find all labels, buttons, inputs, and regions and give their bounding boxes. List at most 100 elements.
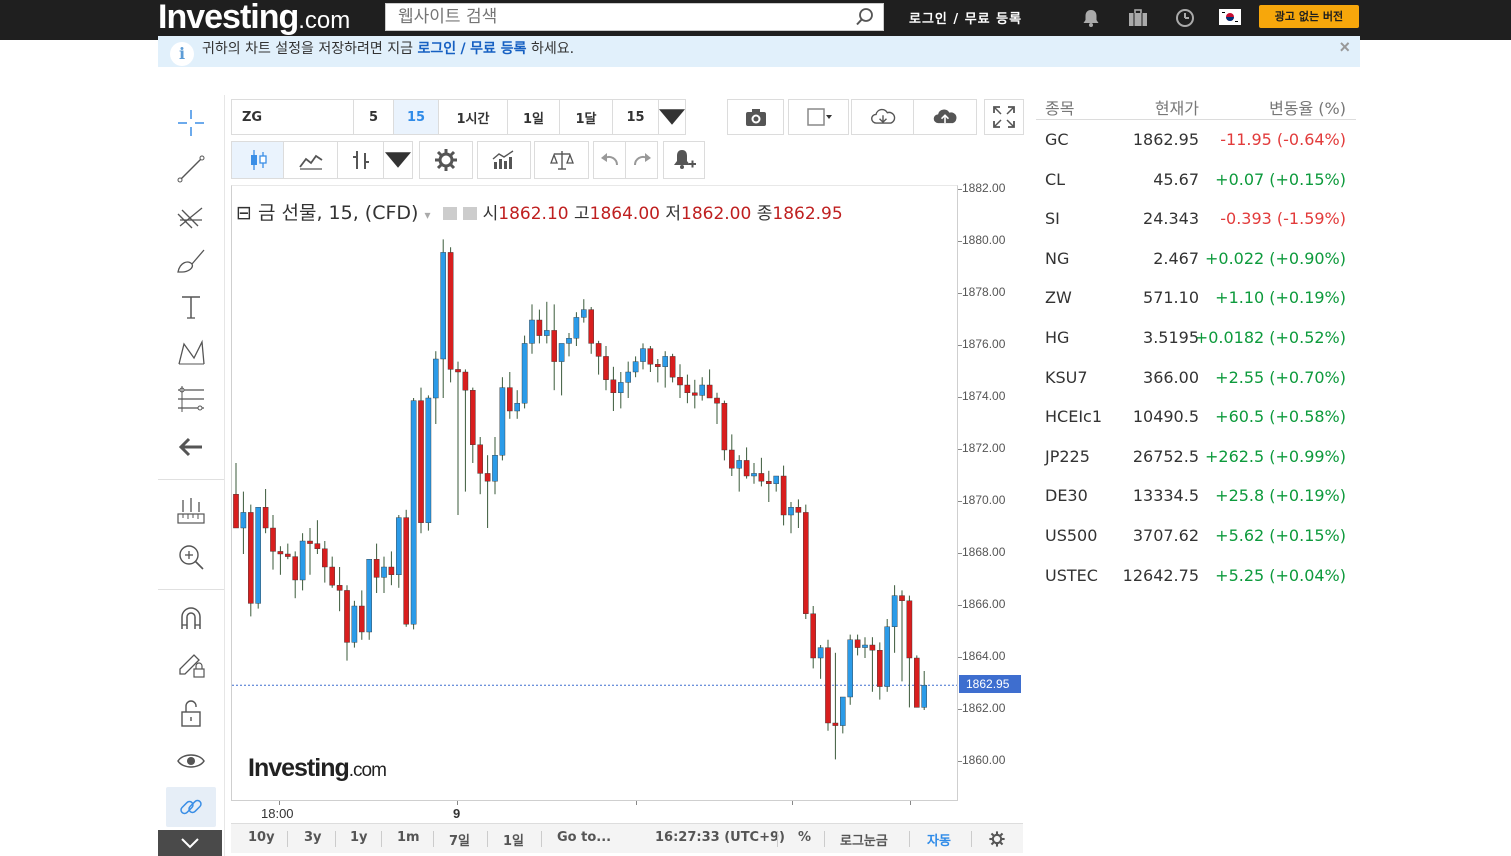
fullscreen-button[interactable] [984,99,1024,135]
compare-button[interactable] [534,141,589,179]
alert-button[interactable] [663,141,705,179]
unlock-tool[interactable] [166,693,216,733]
indicator-compare-button[interactable] [337,141,384,179]
fib-tool[interactable] [166,379,216,419]
save-chart-button[interactable] [913,99,977,135]
interval-15[interactable]: 15 [393,99,439,135]
quote-row[interactable]: GC 1862.95 -11.95 (-0.64%) [1036,120,1356,160]
measure-tool[interactable] [166,491,216,531]
candle [336,567,343,612]
quote-symbol[interactable]: ZW [1045,288,1072,307]
candle [610,366,617,411]
goto-button[interactable]: Go to... [557,830,611,845]
search-input[interactable] [386,4,846,30]
quote-symbol[interactable]: KSU7 [1045,368,1088,387]
back-arrow-tool[interactable] [166,427,216,467]
interval-dropdown[interactable] [658,99,686,135]
quote-symbol[interactable]: CL [1045,170,1065,189]
login-link[interactable]: 로그인 [909,12,948,27]
magnet-tool[interactable] [166,598,216,638]
settings-button[interactable] [419,141,473,179]
search-icon[interactable] [855,7,875,27]
range-3y[interactable]: 3y [304,830,322,845]
time-axis[interactable]: 18:00 9 [231,801,958,823]
interval-5[interactable]: 5 [353,99,394,135]
log-scale-toggle[interactable]: 로그눈금 [840,830,888,849]
candle-chart-button[interactable] [231,141,284,179]
notice-login-link[interactable]: 로그인 [417,41,456,57]
korea-flag-icon[interactable] [1219,9,1241,25]
candle-body [484,473,491,482]
price-chart-plot[interactable]: ⊟ 금 선물, 15, (CFD) ▾ 시1862.10 고1864.00 저1… [231,185,958,801]
chart-type-dropdown[interactable] [383,141,413,179]
auto-scale-toggle[interactable]: 자동 [927,830,951,849]
quote-symbol[interactable]: SI [1045,209,1060,228]
quote-symbol[interactable]: HG [1045,328,1069,347]
quote-symbol[interactable]: USTEC [1045,566,1098,585]
quote-row[interactable]: KSU7 366.00 +2.55 (+0.70%) [1036,358,1356,398]
candle-body [803,512,809,614]
ad-free-version-button[interactable]: 광고 없는 버전 [1259,5,1359,28]
screenshot-button[interactable] [727,99,784,135]
range-1y[interactable]: 1y [350,830,368,845]
zoom-tool[interactable] [166,537,216,577]
quote-row[interactable]: ZW 571.10 +1.10 (+0.19%) [1036,278,1356,318]
collapse-toolbar-button[interactable] [158,830,222,856]
gann-fan-tool[interactable] [166,195,216,235]
price-axis[interactable]: 1882.00 1880.00 1878.00 1876.00 1874.00 1872.… [958,181,1022,801]
quote-symbol[interactable]: JP225 [1045,447,1090,466]
percent-scale-toggle[interactable]: % [798,830,811,845]
candle [729,434,735,476]
range-10y[interactable]: 10y [248,830,275,845]
range-1m[interactable]: 1m [397,830,420,845]
quote-row[interactable]: HCEIc1 10490.5 +60.5 (+0.58%) [1036,397,1356,437]
trend-line-tool[interactable] [166,149,216,189]
candle-body [773,475,779,484]
quote-row[interactable]: DE30 13334.5 +25.8 (+0.19%) [1036,476,1356,516]
quote-row[interactable]: USTEC 12642.75 +5.25 (+0.04%) [1036,556,1356,596]
bell-icon[interactable] [1080,8,1102,28]
symbol-input[interactable]: ZG [231,99,354,135]
range-1d[interactable]: 1일 [503,830,524,849]
range-7d[interactable]: 7일 [449,830,470,849]
link-tool[interactable] [166,787,216,827]
load-chart-button[interactable] [851,99,914,135]
legend-collapse-icon[interactable]: ⊟ [236,202,252,224]
interval-custom[interactable]: 15 [612,99,659,135]
interval-1m[interactable]: 1달 [559,99,613,135]
brush-tool[interactable] [166,241,216,281]
quote-row[interactable]: SI 24.343 -0.393 (-1.59%) [1036,199,1356,239]
quote-row[interactable]: NG 2.467 +0.022 (+0.90%) [1036,239,1356,279]
briefcase-icon[interactable] [1127,8,1149,28]
gear-icon[interactable] [988,830,1006,848]
close-icon[interactable]: × [1339,37,1350,58]
notice-register-link[interactable]: 무료 등록 [470,41,526,57]
investing-logo[interactable]: Investing.com [158,0,350,36]
register-link[interactable]: 무료 등록 [965,12,1022,27]
quote-symbol[interactable]: US500 [1045,526,1097,545]
lock-drawing-tool[interactable] [166,645,216,685]
line-chart-button[interactable] [283,141,338,179]
quote-row[interactable]: US500 3707.62 +5.62 (+0.15%) [1036,516,1356,556]
pattern-tool[interactable] [166,333,216,373]
quote-symbol[interactable]: DE30 [1045,486,1088,505]
quote-row[interactable]: JP225 26752.5 +262.5 (+0.99%) [1036,437,1356,477]
visibility-toggle-icon[interactable] [442,207,457,220]
legend-dropdown-icon[interactable]: ▾ [424,208,430,222]
quote-row[interactable]: HG 3.5195 +0.0182 (+0.52%) [1036,318,1356,358]
quote-symbol[interactable]: NG [1045,249,1069,268]
settings-toggle-icon[interactable] [462,207,477,220]
quote-row[interactable]: CL 45.67 +0.07 (+0.15%) [1036,160,1356,200]
text-tool[interactable] [166,287,216,327]
redo-button[interactable] [625,141,658,179]
quote-symbol[interactable]: HCEIc1 [1045,407,1102,426]
interval-1h[interactable]: 1시간 [438,99,508,135]
interval-1d[interactable]: 1일 [507,99,560,135]
background-color-button[interactable] [788,99,849,135]
indicators-button[interactable] [477,141,531,179]
quote-symbol[interactable]: GC [1045,130,1069,149]
undo-button[interactable] [593,141,626,179]
crosshair-tool[interactable] [166,103,216,143]
visibility-tool[interactable] [166,741,216,781]
clock-icon[interactable] [1174,8,1196,28]
